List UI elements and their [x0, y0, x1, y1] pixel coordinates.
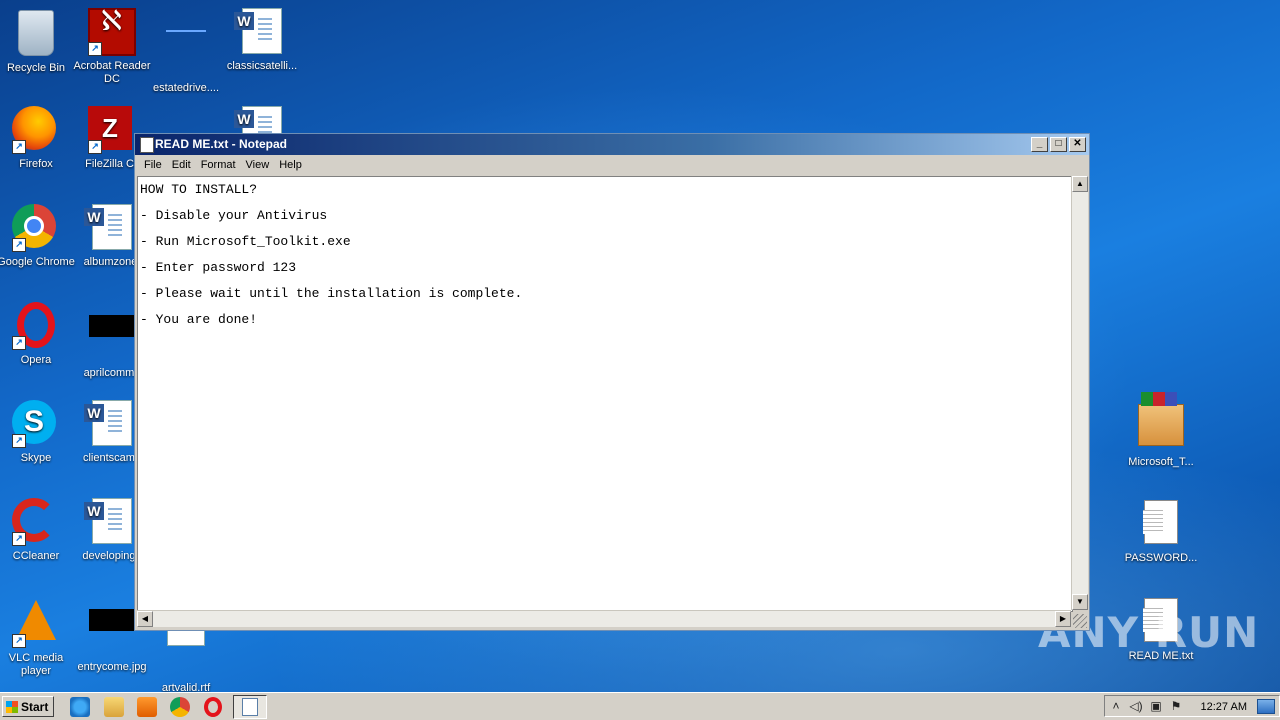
text-line: - Disable your Antivirus [140, 208, 328, 223]
chrome-icon: ↗ [12, 204, 60, 252]
acrobat-icon: ↗ [88, 8, 136, 56]
desktop-icon-recycle-bin[interactable]: Recycle Bin [0, 8, 76, 75]
file-explorer-icon[interactable] [104, 697, 124, 717]
title-bar[interactable]: READ ME.txt - Notepad _ □ ✕ [135, 134, 1089, 155]
desktop-icon-firefox[interactable]: ↗ Firefox [0, 106, 76, 171]
vertical-scrollbar[interactable]: ▲ ▼ [1071, 176, 1088, 610]
menu-help[interactable]: Help [274, 155, 307, 175]
minimize-button[interactable]: _ [1031, 137, 1048, 152]
image-file-icon [162, 30, 210, 78]
media-player-icon[interactable] [137, 697, 157, 717]
internet-explorer-icon[interactable] [70, 697, 90, 717]
text-line: - Run Microsoft_Toolkit.exe [140, 234, 351, 249]
skype-icon: S ↗ [12, 400, 60, 448]
scroll-right-button[interactable]: ▶ [1055, 611, 1071, 627]
scroll-up-button[interactable]: ▲ [1072, 176, 1088, 192]
maximize-button[interactable]: □ [1050, 137, 1067, 152]
word-document-icon [88, 204, 136, 252]
opera-icon[interactable] [204, 697, 222, 717]
text-file-icon [1137, 500, 1185, 548]
desktop-icon-skype[interactable]: S ↗ Skype [0, 400, 76, 465]
desktop-icon-vlc[interactable]: ↗ VLC media player [0, 596, 76, 678]
desktop-icon-acrobat[interactable]: ↗ Acrobat Reader DC [72, 8, 152, 86]
chrome-icon[interactable] [170, 697, 190, 717]
notepad-icon [140, 137, 154, 153]
desktop-icon-chrome[interactable]: ↗ Google Chrome [0, 204, 76, 269]
image-file-icon [88, 315, 136, 363]
resize-grip[interactable] [1073, 614, 1087, 628]
system-tray: ˄ ◁) ▣ ⚑ 12:27 AM [1104, 695, 1280, 717]
archive-icon [1137, 404, 1185, 452]
desktop-icon-opera[interactable]: ↗ Opera [0, 302, 76, 367]
desktop-icon-password[interactable]: PASSWORD... [1121, 498, 1201, 565]
show-hidden-icons-icon[interactable]: ˄ [1109, 699, 1123, 713]
desktop-icon-ccleaner[interactable]: ↗ CCleaner [0, 498, 76, 563]
start-button[interactable]: Start [2, 696, 54, 717]
word-document-icon [238, 8, 286, 56]
notepad-icon [242, 698, 258, 716]
menu-file[interactable]: File [139, 155, 167, 175]
volume-icon[interactable]: ◁) [1129, 699, 1143, 713]
word-document-icon [88, 400, 136, 448]
recycle-bin-icon [12, 10, 60, 58]
close-button[interactable]: ✕ [1069, 137, 1086, 152]
firefox-icon: ↗ [12, 106, 60, 154]
menu-view[interactable]: View [241, 155, 275, 175]
image-file-icon [88, 609, 136, 657]
notepad-window[interactable]: READ ME.txt - Notepad _ □ ✕ File Edit Fo… [134, 133, 1090, 631]
show-desktop-button[interactable] [1257, 699, 1275, 714]
menu-edit[interactable]: Edit [167, 155, 196, 175]
menu-format[interactable]: Format [196, 155, 241, 175]
menu-bar: File Edit Format View Help [135, 155, 1089, 175]
word-document-icon [88, 498, 136, 546]
scroll-down-button[interactable]: ▼ [1072, 594, 1088, 610]
scroll-left-button[interactable]: ◀ [137, 611, 153, 627]
taskbar: Start ˄ ◁) ▣ ⚑ 12:27 AM [0, 692, 1280, 720]
taskbar-notepad-button[interactable] [233, 695, 267, 719]
window-title: READ ME.txt - Notepad [155, 137, 287, 151]
clock[interactable]: 12:27 AM [1201, 699, 1247, 715]
text-editor[interactable]: HOW TO INSTALL? - Disable your Antivirus… [137, 176, 1073, 612]
text-line: - You are done! [140, 312, 258, 327]
ccleaner-icon: ↗ [12, 498, 60, 546]
action-center-flag-icon[interactable]: ⚑ [1169, 699, 1183, 713]
opera-icon: ↗ [12, 302, 60, 350]
vlc-icon: ↗ [12, 600, 60, 648]
text-line: HOW TO INSTALL? [140, 182, 258, 197]
horizontal-scrollbar[interactable]: ◀ ▶ [137, 610, 1071, 627]
desktop-icon-microsoft-toolkit[interactable]: Microsoft_T... [1121, 400, 1201, 469]
desktop-icon-classicsatelli[interactable]: classicsatelli... [222, 8, 302, 73]
network-icon[interactable]: ▣ [1149, 699, 1163, 713]
text-line: - Enter password 123 [140, 260, 297, 275]
rtf-file-icon [162, 630, 210, 678]
desktop-icon-estatedrive[interactable]: estatedrive.... [146, 8, 226, 95]
filezilla-icon: Z ↗ [88, 106, 136, 154]
text-line: - Please wait until the installation is … [140, 286, 523, 301]
